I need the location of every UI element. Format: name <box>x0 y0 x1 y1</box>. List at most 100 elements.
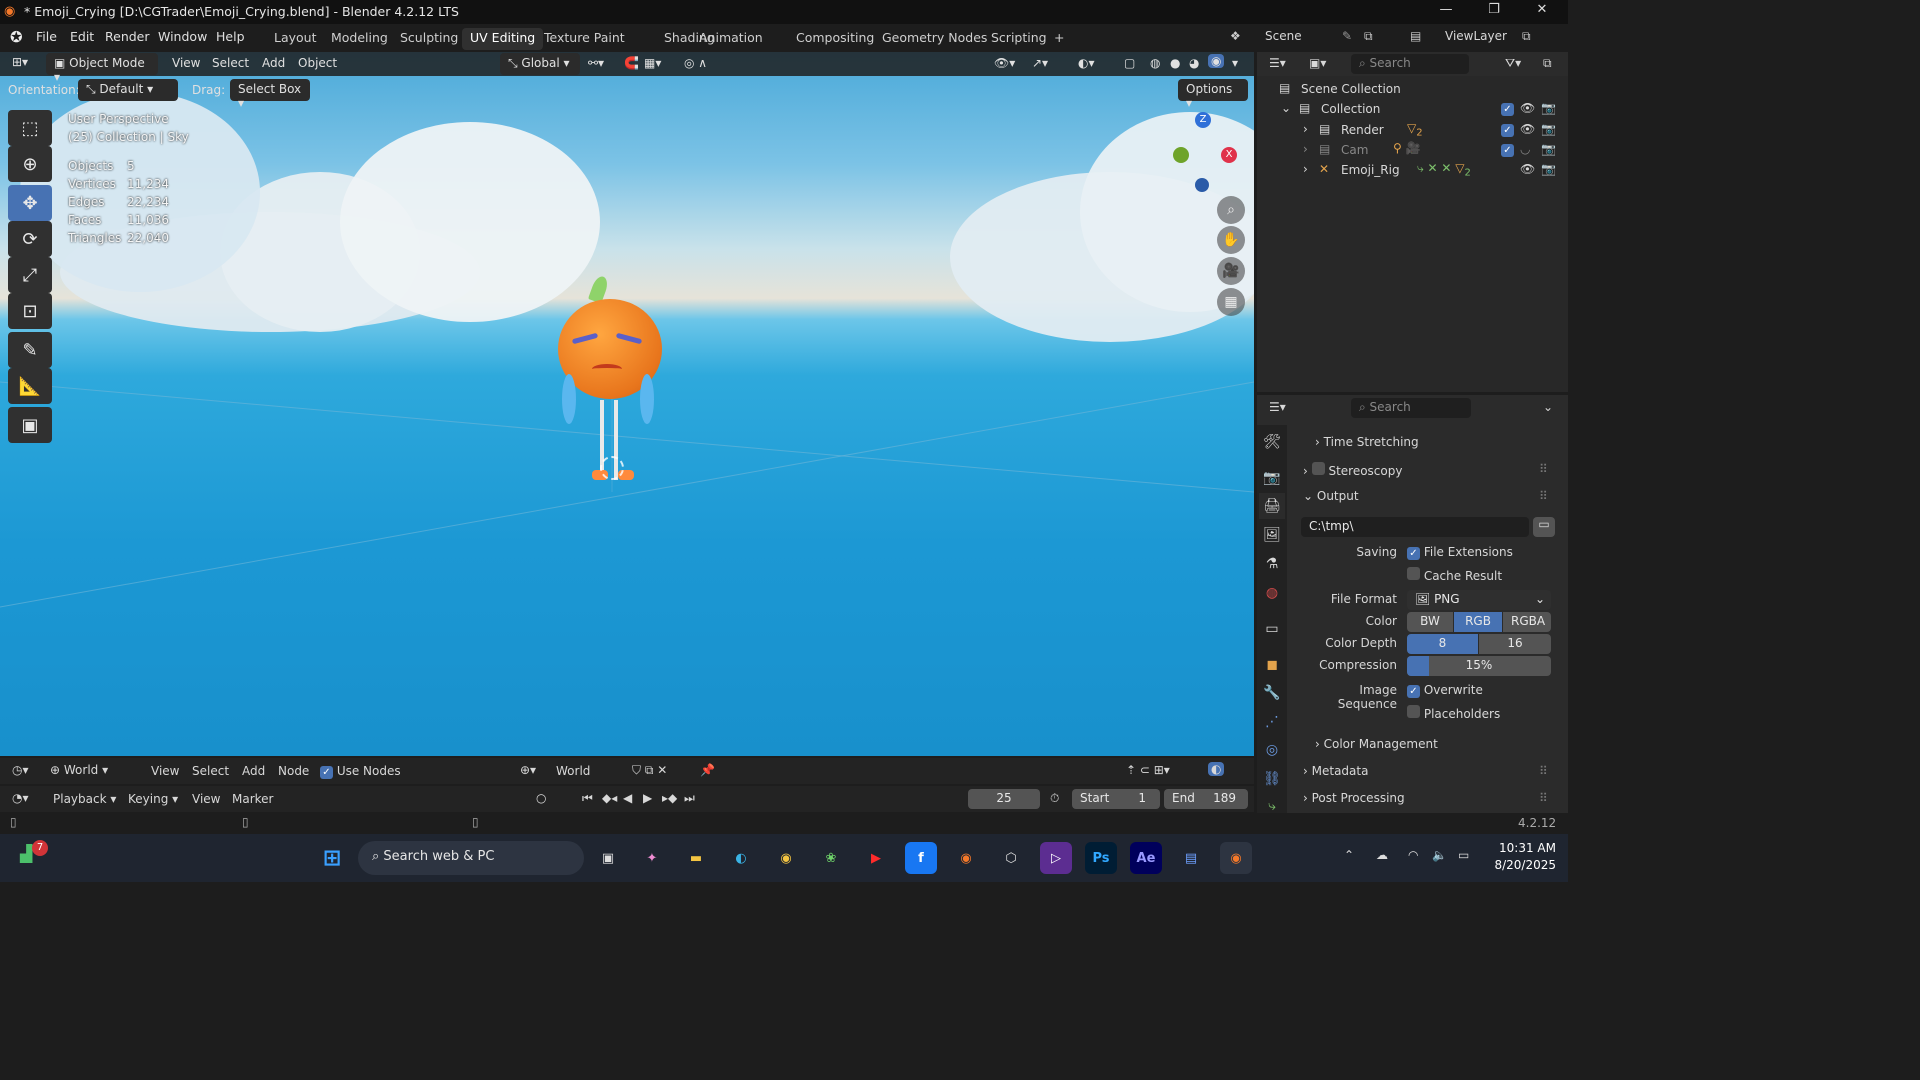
emoji-character[interactable] <box>550 274 670 484</box>
green-app-icon[interactable]: ❀ <box>815 842 847 874</box>
copilot-icon[interactable]: ✦ <box>636 842 668 874</box>
fake-user-icon[interactable]: ⛉ ⧉ ✕ <box>632 763 667 778</box>
panel-post-processing[interactable]: › Post Processing <box>1303 791 1405 805</box>
world-slot[interactable]: World <box>556 764 590 778</box>
transform-tool[interactable]: ⊡ <box>8 293 52 329</box>
world-tab-icon[interactable]: ◍ <box>1259 580 1285 606</box>
expand-arrow-icon[interactable]: › <box>1303 162 1308 176</box>
edge-browser-icon[interactable]: ◐ <box>725 842 757 874</box>
menu-select[interactable]: Select <box>212 56 249 70</box>
compression-slider[interactable]: 15% <box>1407 656 1551 676</box>
mode-dropdown[interactable]: ▣ Object Mode ▾ <box>46 53 158 84</box>
jump-start-icon[interactable]: ⏮ <box>582 791 593 806</box>
taskbar-search-box[interactable]: ⌕ Search web & PC <box>358 841 584 875</box>
visibility-icon[interactable]: 👁▾ <box>994 56 1015 70</box>
material-shading-icon[interactable]: ◕ <box>1189 56 1199 70</box>
panel-metadata[interactable]: › Metadata <box>1303 764 1368 778</box>
display-mode-icon[interactable]: ▣▾ <box>1309 56 1326 70</box>
folder-icon[interactable]: ▭ <box>1533 517 1555 537</box>
camera-view-icon[interactable]: 🎥 <box>1217 257 1245 285</box>
view-layer-tab-icon[interactable]: 🖼 <box>1259 522 1285 548</box>
tab-uv-editing[interactable]: UV Editing <box>462 28 544 50</box>
options-dropdown[interactable]: Options ▾ <box>1178 79 1248 110</box>
minimize-button[interactable]: — <box>1436 2 1456 22</box>
pin-icon[interactable]: 📌 <box>700 763 715 777</box>
z-axis-handle[interactable]: Z <box>1195 112 1211 128</box>
rendered-shading-icon[interactable]: ◉ <box>1208 54 1225 68</box>
orientation-dropdown[interactable]: ⤡ Default ▾ <box>78 79 178 101</box>
hidden-eye-icon[interactable]: ◡ <box>1520 142 1530 156</box>
tab-scripting[interactable]: Scripting <box>983 28 1055 50</box>
panel-output[interactable]: ⌄ Output <box>1303 489 1359 503</box>
wifi-icon[interactable]: ◠ <box>1408 848 1418 862</box>
exclude-checkbox[interactable]: ✓ <box>1501 124 1514 137</box>
start-button-icon[interactable]: ⊞ <box>316 842 348 874</box>
editor-type-icon[interactable]: ⊞▾ <box>12 55 28 69</box>
render-tab-icon[interactable]: 📷 <box>1259 465 1285 491</box>
output-path-input[interactable]: C:\tmp\ <box>1301 517 1529 537</box>
task-view-icon[interactable]: ▣ <box>592 842 624 874</box>
video-app-icon[interactable]: ▤ <box>1175 842 1207 874</box>
xray-icon[interactable]: ▢ <box>1124 56 1135 70</box>
color-rgb-option[interactable]: RGB <box>1454 612 1502 632</box>
overlay-toggle-icon[interactable]: ◐ <box>1208 762 1225 776</box>
camera-render-icon[interactable]: 📷 <box>1541 142 1556 156</box>
facebook-icon[interactable]: f <box>905 842 937 874</box>
outliner-root-row[interactable]: ▤ Scene Collection <box>1257 79 1568 99</box>
outliner-item-cam[interactable]: › ▤ Cam ⚲ 🎥 ✓ ◡ 📷 <box>1257 140 1568 160</box>
eye-icon[interactable]: 👁 <box>1520 162 1535 176</box>
collapse-arrow-icon[interactable]: ⌄ <box>1281 101 1291 115</box>
exclude-checkbox[interactable]: ✓ <box>1501 103 1514 116</box>
data-tab-icon[interactable]: ⤷ <box>1259 793 1285 819</box>
eye-icon[interactable]: 👁 <box>1520 101 1535 115</box>
menu-edit[interactable]: Edit <box>70 29 94 44</box>
tool-tab-icon[interactable]: 🛠 <box>1259 429 1285 455</box>
camera-render-icon[interactable]: 📷 <box>1541 122 1556 136</box>
chrome-browser-icon[interactable]: ◉ <box>770 842 802 874</box>
proportional-edit-icon[interactable]: ◎ ∧ <box>684 56 707 70</box>
y-axis-handle[interactable] <box>1173 147 1189 163</box>
x-axis-handle[interactable]: X <box>1221 147 1237 163</box>
measure-tool[interactable]: 📐 <box>8 368 52 404</box>
scene-name[interactable]: Scene <box>1265 29 1302 43</box>
expand-arrow-icon[interactable]: › <box>1303 142 1308 156</box>
collection-tab-icon[interactable]: ▭ <box>1259 616 1285 642</box>
photoshop-icon[interactable]: Ps <box>1085 842 1117 874</box>
zoom-icon[interactable]: ⌕ <box>1217 196 1245 224</box>
play-icon[interactable]: ▶ <box>643 791 652 805</box>
new-collection-icon[interactable]: ⧉ <box>1543 56 1552 71</box>
object-tab-icon[interactable]: ◼ <box>1259 652 1285 678</box>
snap-grid-icon[interactable]: ▦▾ <box>644 56 661 70</box>
pan-hand-icon[interactable]: ✋ <box>1217 226 1245 254</box>
menu-add[interactable]: Add <box>242 764 265 778</box>
scene-icon[interactable]: ❖ <box>1230 29 1241 43</box>
play-reverse-icon[interactable]: ◀ <box>623 791 632 805</box>
volume-icon[interactable]: 🔈 <box>1432 848 1447 862</box>
color-depth-8-option[interactable]: 8 <box>1407 634 1478 654</box>
panel-time-stretching[interactable]: › Time Stretching <box>1315 435 1419 449</box>
tab-geometry-nodes[interactable]: Geometry Nodes <box>874 28 995 50</box>
blender-active-icon[interactable]: ◉ <box>1220 842 1252 874</box>
snap-icon[interactable]: ⇡ ⊂ ⊞▾ <box>1126 763 1170 777</box>
scale-tool[interactable]: ⤢ <box>8 257 52 293</box>
particles-tab-icon[interactable]: ⋰ <box>1259 709 1285 735</box>
cursor-tool[interactable]: ⊕ <box>8 146 52 182</box>
menu-select[interactable]: Select <box>192 764 229 778</box>
use-nodes-checkbox[interactable]: ✓ Use Nodes <box>320 764 401 779</box>
file-extensions-checkbox[interactable]: ✓ File Extensions <box>1407 545 1513 560</box>
constraints-tab-icon[interactable]: ⛓ <box>1259 766 1285 792</box>
options-chevron-icon[interactable]: ⌄ <box>1543 400 1553 414</box>
color-bw-option[interactable]: BW <box>1407 612 1453 632</box>
world-browse-icon[interactable]: ⊕▾ <box>520 763 536 777</box>
outliner-item-render[interactable]: › ▤ Render ▽2 ✓ 👁 📷 <box>1257 120 1568 140</box>
overlay-toggle-icon[interactable]: ◐▾ <box>1078 56 1095 70</box>
shader-type-dropdown[interactable]: ⊕ World ▾ <box>50 763 108 777</box>
outliner-item-emoji-rig[interactable]: › ✕ Emoji_Rig ⤷ ✕ ✕ ▽2 👁 📷 <box>1257 160 1568 180</box>
tab-sculpting[interactable]: Sculpting <box>392 28 466 50</box>
expand-arrow-icon[interactable]: › <box>1303 122 1308 136</box>
menu-file[interactable]: File <box>36 29 57 44</box>
current-frame-field[interactable]: 25 <box>968 789 1040 809</box>
color-depth-16-option[interactable]: 16 <box>1479 634 1551 654</box>
menu-keying[interactable]: Keying ▾ <box>128 792 178 806</box>
tab-animation[interactable]: Animation <box>691 28 771 50</box>
